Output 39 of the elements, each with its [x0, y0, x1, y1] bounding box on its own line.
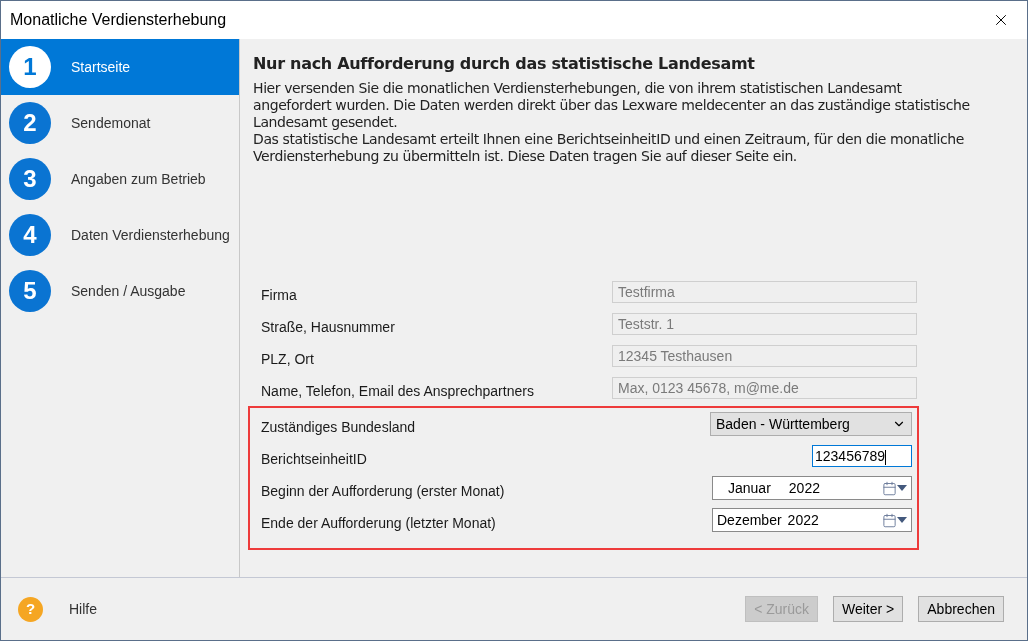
read-only-field[interactable]: 12345 Testhausen	[612, 345, 917, 367]
field-label: Ende der Aufforderung (letzter Monat)	[261, 513, 496, 533]
step-number: 4	[9, 214, 51, 256]
step-number: 2	[9, 102, 51, 144]
month-text: Januar	[728, 478, 771, 498]
step-number: 3	[9, 158, 51, 200]
field-label: Beginn der Aufforderung (erster Monat)	[261, 481, 505, 501]
year-text: 2022	[787, 510, 819, 530]
help-link[interactable]: Hilfe	[69, 598, 97, 620]
intro-paragraph: Das statistische Landesamt erteilt Ihnen eine BerichtseinheitID und einen Zeitraum, für den die monatliche Verdiensterhebung zu übermitteln ist. Diese Daten tragen Sie auf dieser Seite ein.	[253, 131, 965, 165]
field-label: Straße, Hausnummer	[261, 317, 395, 337]
step-number: 5	[9, 270, 51, 312]
wizard-button[interactable]: Abbrechen	[918, 596, 1004, 622]
step-number: 1	[9, 46, 51, 88]
month-picker[interactable]: Januar 2022	[712, 476, 912, 500]
month-text: Dezember	[717, 510, 782, 530]
field-label: PLZ, Ort	[261, 349, 314, 369]
wizard-button[interactable]: Weiter >	[833, 596, 904, 622]
year-text: 2022	[788, 478, 820, 498]
field-label: Zuständiges Bundesland	[261, 417, 416, 437]
wizard-step[interactable]: 2 Sendemonat	[1, 95, 239, 151]
page-heading: Nur nach Aufforderung durch das statistische Landesamt	[253, 53, 756, 75]
state-dropdown[interactable]: Baden - Württemberg	[710, 412, 912, 436]
wizard-step[interactable]: 1 Startseite	[1, 39, 239, 95]
wizard-step[interactable]: 4 Daten Verdiensterhebung	[1, 207, 239, 263]
calendar-dropdown-icon[interactable]	[882, 512, 907, 528]
wizard-step[interactable]: 3 Angaben zum Betrieb	[1, 151, 239, 207]
read-only-field[interactable]: Testfirma	[612, 281, 917, 303]
field-label: Firma	[261, 285, 297, 305]
id-input-field[interactable]: 123456789	[812, 445, 912, 467]
calendar-dropdown-icon[interactable]	[882, 480, 907, 496]
window-title: Monatliche Verdiensterhebung	[10, 10, 227, 30]
month-picker[interactable]: Dezember 2022	[712, 508, 912, 532]
read-only-field[interactable]: Max, 0123 45678, m@me.de	[612, 377, 917, 399]
field-label: BerichtseinheitID	[261, 449, 367, 469]
intro-paragraph: Hier versenden Sie die monatlichen Verdiensterhebungen, die von ihrem statistischen Landesamt angefordert wurden. Die Daten werden direkt über das Lexware meldecenter an das zuständige statistische Landesamt gesendet.	[253, 80, 971, 131]
field-label: Name, Telefon, Email des Ansprechpartners	[261, 381, 534, 401]
read-only-field[interactable]: Teststr. 1	[612, 313, 917, 335]
wizard-step[interactable]: 5 Senden / Ausgabe	[1, 263, 239, 319]
